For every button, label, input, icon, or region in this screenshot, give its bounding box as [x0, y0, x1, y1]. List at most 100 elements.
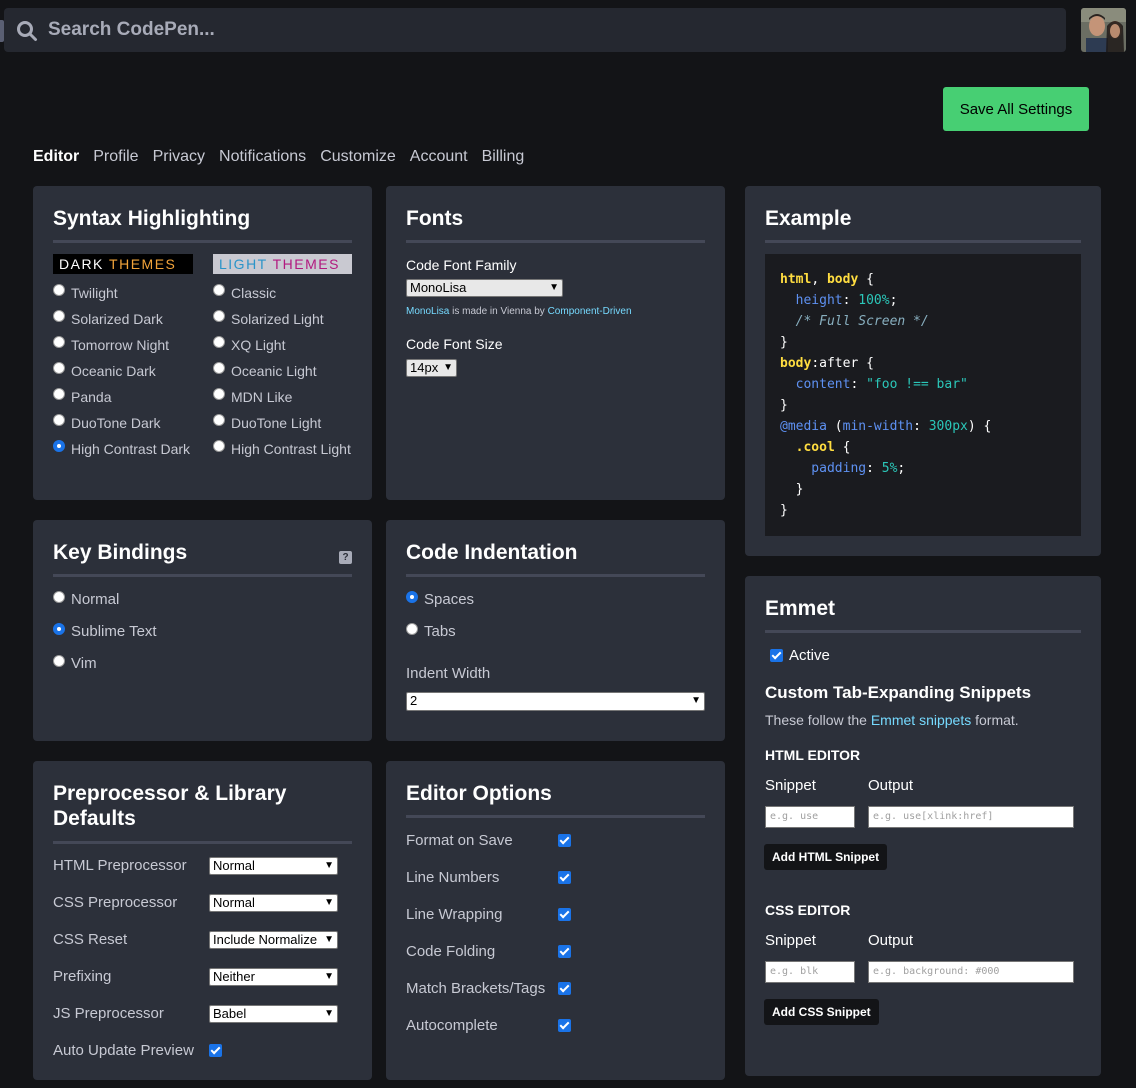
radio-solarized-dark[interactable]: Solarized Dark	[53, 310, 163, 327]
radio-button[interactable]	[53, 310, 65, 322]
desc-text: These follow the	[765, 712, 871, 728]
radio-high-contrast-dark[interactable]: High Contrast Dark	[53, 440, 190, 457]
radio-classic[interactable]: Classic	[213, 284, 276, 301]
code-font-family-select[interactable]: MonoLisa ▼	[406, 279, 563, 297]
divider	[53, 574, 352, 577]
tab-notifications[interactable]: Notifications	[219, 148, 306, 166]
radio-button[interactable]	[53, 590, 65, 603]
html-snippet-input[interactable]: e.g. use	[765, 806, 855, 828]
autocomplete-checkbox[interactable]	[558, 1019, 571, 1032]
radio-label: Normal	[71, 591, 120, 608]
radio-button[interactable]	[53, 388, 65, 400]
card-title: Key Bindings	[53, 541, 188, 564]
tab-privacy[interactable]: Privacy	[153, 148, 205, 166]
emmet-snippets-link[interactable]: Emmet snippets	[871, 712, 971, 728]
tab-editor[interactable]: Editor	[33, 148, 79, 166]
line-wrapping-checkbox[interactable]	[558, 908, 571, 921]
radio-button[interactable]	[53, 336, 65, 348]
card-title: Editor Options	[406, 782, 552, 805]
chevron-down-icon: ▼	[443, 362, 453, 373]
radio-duotone-dark[interactable]: DuoTone Dark	[53, 414, 161, 431]
css-snippet-input[interactable]: e.g. blk	[765, 961, 855, 983]
html-preprocessor-label: HTML Preprocessor	[53, 857, 187, 874]
radio-button[interactable]	[213, 414, 225, 426]
select-value: 2	[410, 693, 418, 708]
radio-label: DuoTone Dark	[71, 415, 161, 431]
css-preprocessor-select[interactable]: Normal ▼	[209, 894, 338, 912]
code-font-size-select[interactable]: 14px ▼	[406, 359, 457, 377]
avatar[interactable]	[1081, 8, 1126, 52]
radio-label: Spaces	[424, 591, 475, 608]
radio-sublime-text[interactable]: Sublime Text	[53, 622, 157, 640]
radio-button[interactable]	[53, 362, 65, 374]
prefixing-select[interactable]: Neither ▼	[209, 968, 338, 986]
radio-solarized-light[interactable]: Solarized Light	[213, 310, 324, 327]
css-editor-heading: CSS EDITOR	[765, 902, 851, 918]
editor-options-card: Editor Options Format on Save Line Numbe…	[386, 761, 725, 1080]
radio-high-contrast-light[interactable]: High Contrast Light	[213, 440, 351, 457]
credit-text: is made in Vienna by	[449, 306, 548, 317]
radio-label: XQ Light	[231, 337, 286, 353]
add-html-snippet-button[interactable]: Add HTML Snippet	[764, 844, 888, 870]
format-on-save-checkbox[interactable]	[558, 834, 571, 847]
radio-button[interactable]	[406, 590, 418, 603]
radio-button[interactable]	[213, 440, 225, 452]
dark-themes-label-a: DARK	[59, 256, 110, 272]
radio-button[interactable]	[213, 336, 225, 348]
radio-button[interactable]	[53, 622, 65, 635]
radio-button[interactable]	[213, 284, 225, 296]
help-icon[interactable]: ?	[339, 551, 352, 564]
save-all-settings-button[interactable]: Save All Settings	[943, 87, 1089, 131]
card-title: Code Indentation	[406, 541, 578, 564]
html-output-input[interactable]: e.g. use[xlink:href]	[868, 806, 1074, 828]
radio-mdn-like[interactable]: MDN Like	[213, 388, 292, 405]
tab-account[interactable]: Account	[410, 148, 468, 166]
radio-spaces[interactable]: Spaces	[406, 590, 475, 608]
code-folding-checkbox[interactable]	[558, 945, 571, 958]
divider	[406, 815, 705, 818]
radio-button[interactable]	[213, 388, 225, 400]
radio-button[interactable]	[53, 414, 65, 426]
radio-button[interactable]	[213, 362, 225, 374]
radio-button[interactable]	[53, 654, 65, 667]
radio-normal[interactable]: Normal	[53, 590, 120, 608]
tab-profile[interactable]: Profile	[93, 148, 138, 166]
emmet-active-checkbox[interactable]	[770, 649, 783, 662]
divider	[406, 240, 705, 243]
radio-label: Solarized Light	[231, 311, 324, 327]
radio-button[interactable]	[406, 622, 418, 635]
radio-panda[interactable]: Panda	[53, 388, 111, 405]
component-driven-link[interactable]: Component-Driven	[548, 306, 632, 317]
radio-button[interactable]	[213, 310, 225, 322]
radio-duotone-light[interactable]: DuoTone Light	[213, 414, 321, 431]
radio-oceanic-light[interactable]: Oceanic Light	[213, 362, 317, 379]
radio-xq-light[interactable]: XQ Light	[213, 336, 286, 353]
radio-vim[interactable]: Vim	[53, 654, 97, 672]
search-input[interactable]	[48, 14, 948, 46]
code-folding-label: Code Folding	[406, 943, 496, 960]
css-output-input[interactable]: e.g. background: #000	[868, 961, 1074, 983]
snippets-description: These follow the Emmet snippets format.	[765, 712, 1019, 728]
tab-billing[interactable]: Billing	[482, 148, 525, 166]
sidebar-toggle-tab[interactable]	[0, 20, 4, 42]
css-reset-select[interactable]: Include Normalize ▼	[209, 931, 338, 949]
radio-tabs[interactable]: Tabs	[406, 622, 456, 640]
radio-oceanic-dark[interactable]: Oceanic Dark	[53, 362, 156, 379]
monolisa-link[interactable]: MonoLisa	[406, 306, 449, 317]
radio-tomorrow-night[interactable]: Tomorrow Night	[53, 336, 169, 353]
match-brackets-checkbox[interactable]	[558, 982, 571, 995]
indent-width-select[interactable]: 2 ▼	[406, 692, 705, 711]
js-preprocessor-select[interactable]: Babel ▼	[209, 1005, 338, 1023]
radio-button[interactable]	[53, 284, 65, 296]
add-css-snippet-button[interactable]: Add CSS Snippet	[764, 999, 879, 1025]
auto-update-preview-checkbox[interactable]	[209, 1044, 222, 1057]
html-preprocessor-select[interactable]: Normal ▼	[209, 857, 338, 875]
radio-label: Vim	[71, 655, 97, 672]
radio-twilight[interactable]: Twilight	[53, 284, 118, 301]
tab-customize[interactable]: Customize	[320, 148, 396, 166]
line-numbers-checkbox[interactable]	[558, 871, 571, 884]
light-themes-label-b: THEMES	[272, 256, 340, 272]
font-credit: MonoLisa is made in Vienna by Component-…	[406, 306, 632, 317]
html-snippet-label: Snippet	[765, 777, 816, 794]
radio-button[interactable]	[53, 440, 65, 452]
